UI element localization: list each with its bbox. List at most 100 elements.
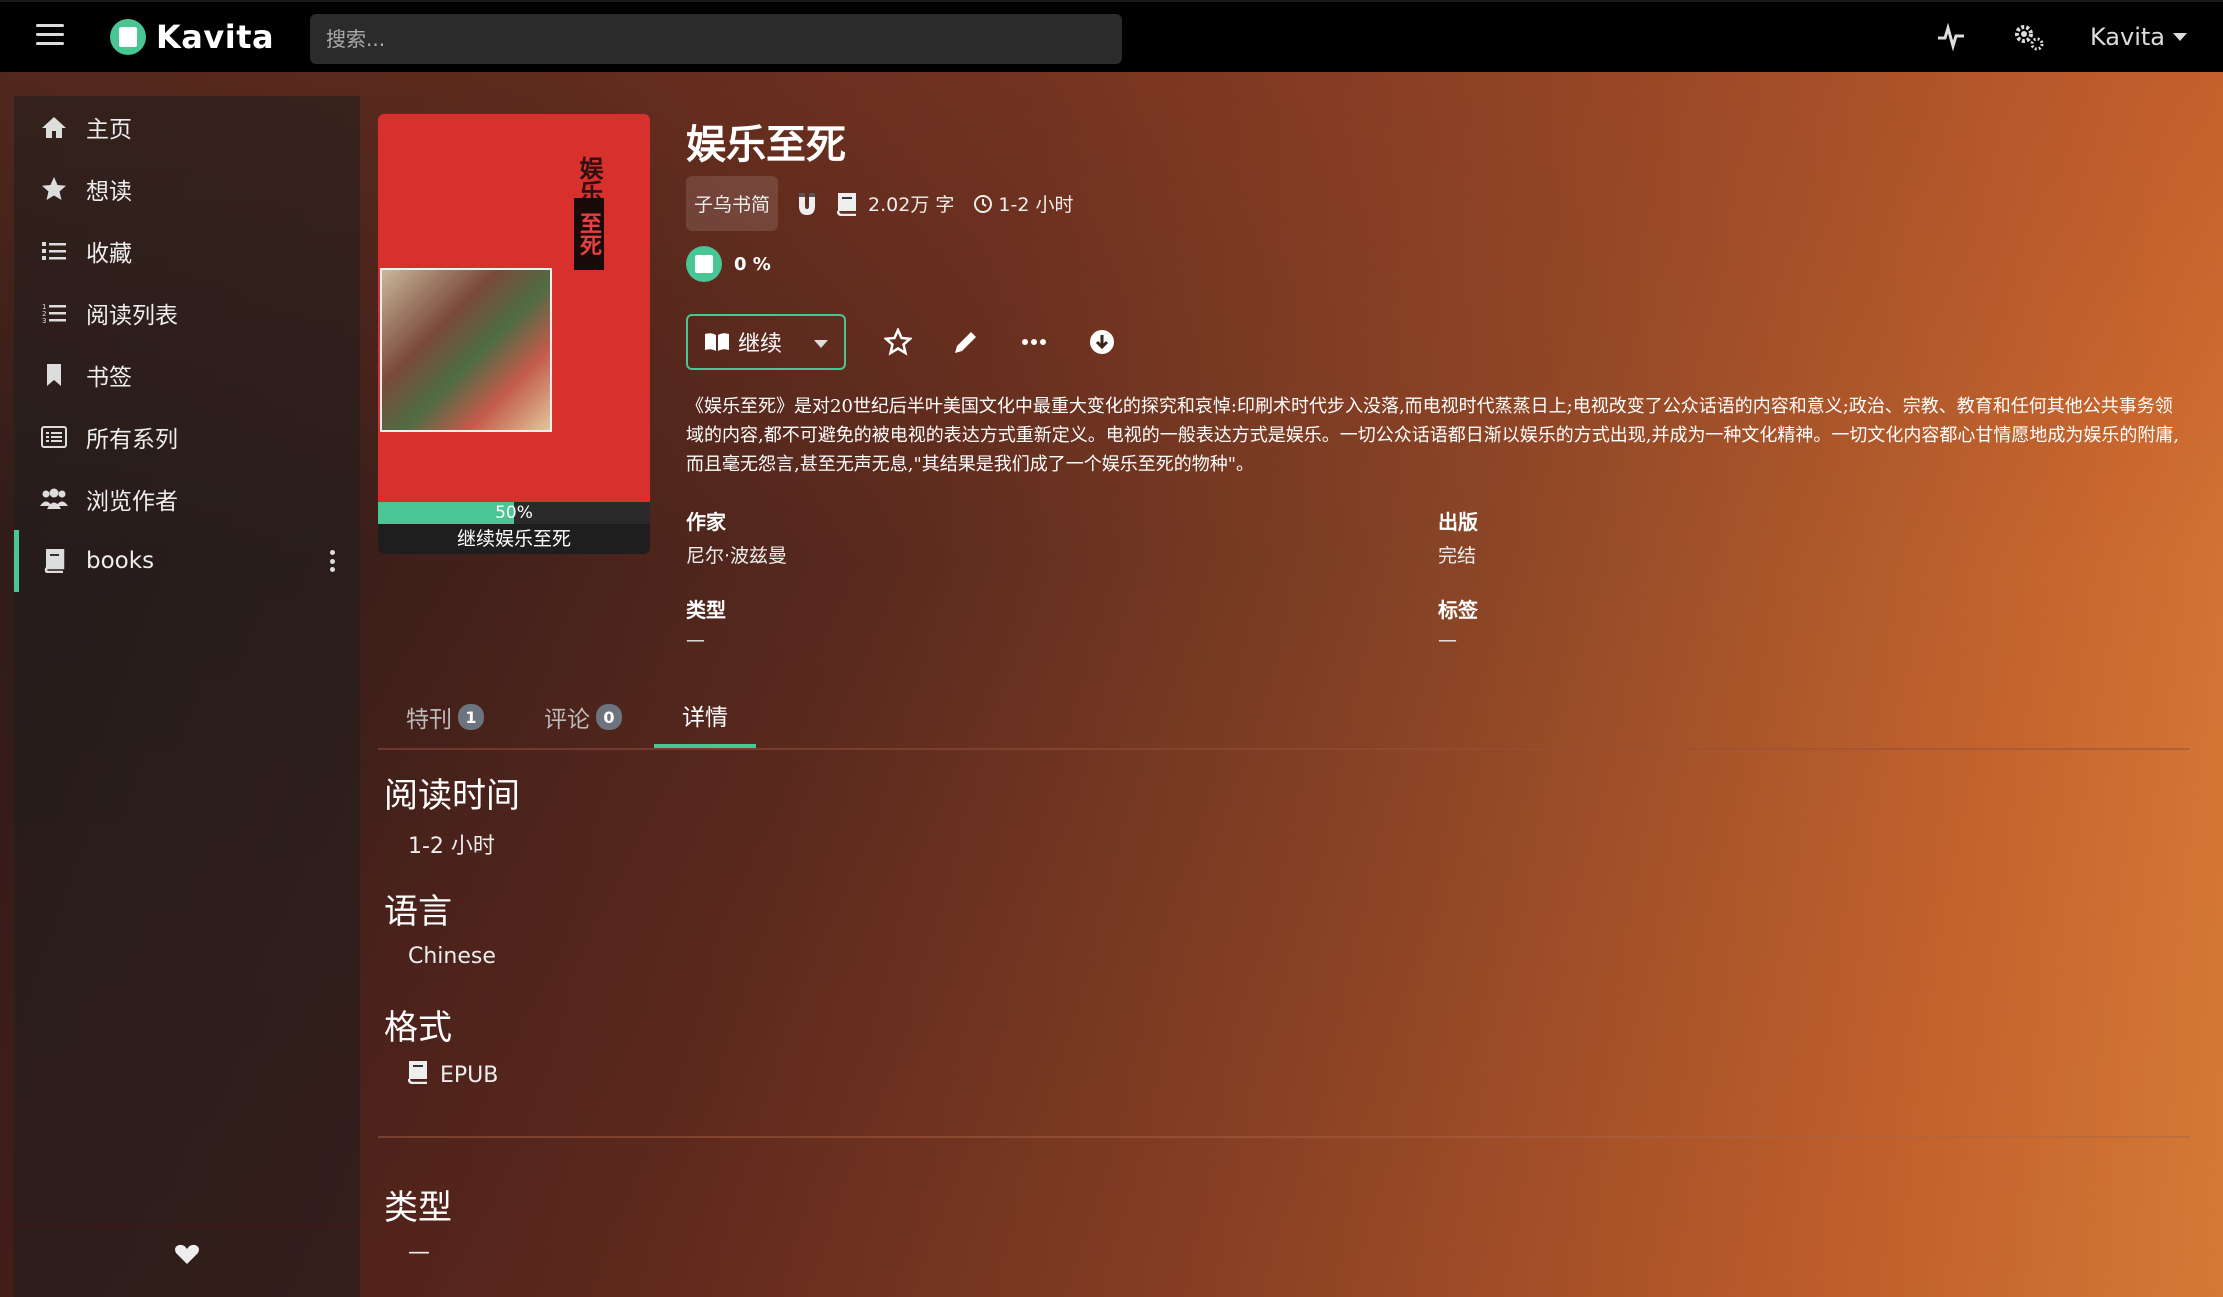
series-summary: 《娱乐至死》是对20世纪后半叶美国文化中最重大变化的探究和哀悼:印刷术时代步入没… [686,396,2180,475]
reading-time-value: 1-2 小时 [408,828,495,860]
bookmark-icon [40,361,68,389]
donate-heart-icon[interactable] [174,1243,200,1269]
format-heading: 格式 [384,1008,452,1048]
tags-label: 标签 [1438,598,1478,622]
author-label: 作家 [686,510,726,534]
author-link[interactable]: 尼尔·波兹曼 [686,541,787,568]
sidebar-item-collections[interactable]: 收藏 [14,220,360,282]
series-meta: 子乌书简 2.02万 字 1-2 小时 [686,176,1073,231]
chevron-down-icon[interactable] [814,340,828,348]
reading-time-heading: 阅读时间 [384,776,520,816]
magnet-icon [796,192,818,216]
genre-list-text: — [408,1240,430,1265]
series-cover[interactable]: 娱乐 至死 50% 继续娱乐至死 [378,114,650,554]
sidebar-item-reading-lists[interactable]: 123 阅读列表 [14,282,360,344]
publisher-badge[interactable]: 子乌书简 [686,176,779,231]
publication-status-field: 出版 完结 [1438,506,1478,568]
reading-time-text: 1-2 小时 [408,834,495,859]
hamburger-menu-icon[interactable] [36,24,64,48]
section-divider [378,1136,2190,1138]
user-name: Kavita [2089,23,2165,51]
sidebar-divider [14,1225,360,1227]
progress-text: 0 % [734,253,771,275]
genre-list-value: — [408,1240,430,1265]
search-input[interactable] [310,14,1122,64]
word-count: 2.02万 字 [836,190,954,217]
users-icon [40,485,68,513]
settings-gears-icon[interactable] [2012,20,2046,54]
cover-title-text: 娱乐 [575,156,603,204]
sidebar-item-label: 阅读列表 [86,303,178,329]
clock-icon [972,192,994,216]
cover-illustration [380,268,552,432]
top-navbar: Kavita Kavita [0,0,2223,72]
cover-title-red-text: 至死 [574,198,604,270]
sidebar-item-label: 浏览作者 [86,489,178,515]
list-ol-icon: 123 [40,299,68,327]
tab-label: 详情 [682,705,728,731]
tab-specials[interactable]: 特刊 1 [378,686,512,748]
format-text: EPUB [440,1062,499,1088]
home-icon [40,113,68,141]
sidebar-item-home[interactable]: 主页 [14,96,360,158]
activity-icon[interactable] [1934,20,1968,54]
genre-field: 类型 — [686,594,726,651]
detail-tabs: 特刊 1 评论 0 详情 [378,686,2190,750]
count-badge: 1 [458,704,484,730]
count-badge: 0 [596,704,622,730]
download-icon[interactable] [1086,326,1118,358]
chevron-down-icon [2173,33,2187,41]
word-count-text: 2.02万 字 [868,194,955,216]
continue-reading-caption[interactable]: 继续娱乐至死 [378,524,650,554]
brand-name: Kavita [156,18,275,56]
format-value: EPUB [407,1060,499,1090]
sidebar-item-browse-authors[interactable]: 浏览作者 [14,468,360,530]
sidebar-item-label: 收藏 [86,241,132,267]
user-menu[interactable]: Kavita [2090,23,2187,51]
sidebar-item-bookmarks[interactable]: 书签 [14,344,360,406]
book-icon [40,547,68,575]
more-options-icon[interactable] [330,550,336,572]
want-to-read-star-icon[interactable] [882,326,914,358]
tab-reviews[interactable]: 评论 0 [516,686,650,748]
epub-book-icon [407,1060,428,1090]
cover-progress-label: 50% [495,503,533,523]
navbar-right: Kavita [1934,20,2187,54]
author-field: 作家 尼尔·波兹曼 [686,506,787,568]
svg-text:3: 3 [42,317,46,324]
book-icon [836,192,858,216]
brand[interactable]: Kavita [110,18,274,56]
tab-label: 评论 [544,707,590,733]
publication-label: 出版 [1438,510,1478,534]
tab-details[interactable]: 详情 [654,686,756,748]
genre-label: 类型 [686,598,726,622]
sidebar-item-all-series[interactable]: 所有系列 [14,406,360,468]
sidebar-item-label: books [86,548,155,574]
series-detail: 娱乐 至死 50% 继续娱乐至死 娱乐至死 子乌书简 2.02万 字 1-2 小… [378,96,2190,1297]
th-list-icon [40,423,68,451]
language-text: Chinese [408,944,496,969]
tags-value: — [1438,629,1457,651]
sidebar-item-want-to-read[interactable]: 想读 [14,158,360,220]
edit-pencil-icon[interactable] [950,326,982,358]
series-title: 娱乐至死 [686,122,846,168]
kavita-logo-icon [110,19,146,55]
tab-label: 特刊 [406,707,452,733]
read-time-text: 1-2 小时 [998,194,1074,216]
action-bar: 继续 [686,314,1118,370]
read-time: 1-2 小时 [972,190,1073,217]
sidebar: 主页 想读 收藏 123 阅读列表 书签 所有系列 浏览作者 books [14,96,360,1297]
list-icon [40,237,68,265]
more-actions-icon[interactable] [1018,326,1050,358]
language-value: Chinese [408,944,496,969]
book-open-icon [705,333,729,351]
progress-circle-icon [686,246,722,282]
continue-reading-button[interactable]: 继续 [686,314,846,370]
sidebar-item-label: 书签 [86,365,132,391]
sidebar-item-label: 想读 [86,179,132,205]
read-progress: 0 % [686,246,771,282]
sidebar-item-books-library[interactable]: books [14,530,360,592]
genre-value: — [686,629,705,651]
sidebar-item-label: 主页 [86,117,132,143]
cover-progress-bar: 50% [378,502,650,524]
